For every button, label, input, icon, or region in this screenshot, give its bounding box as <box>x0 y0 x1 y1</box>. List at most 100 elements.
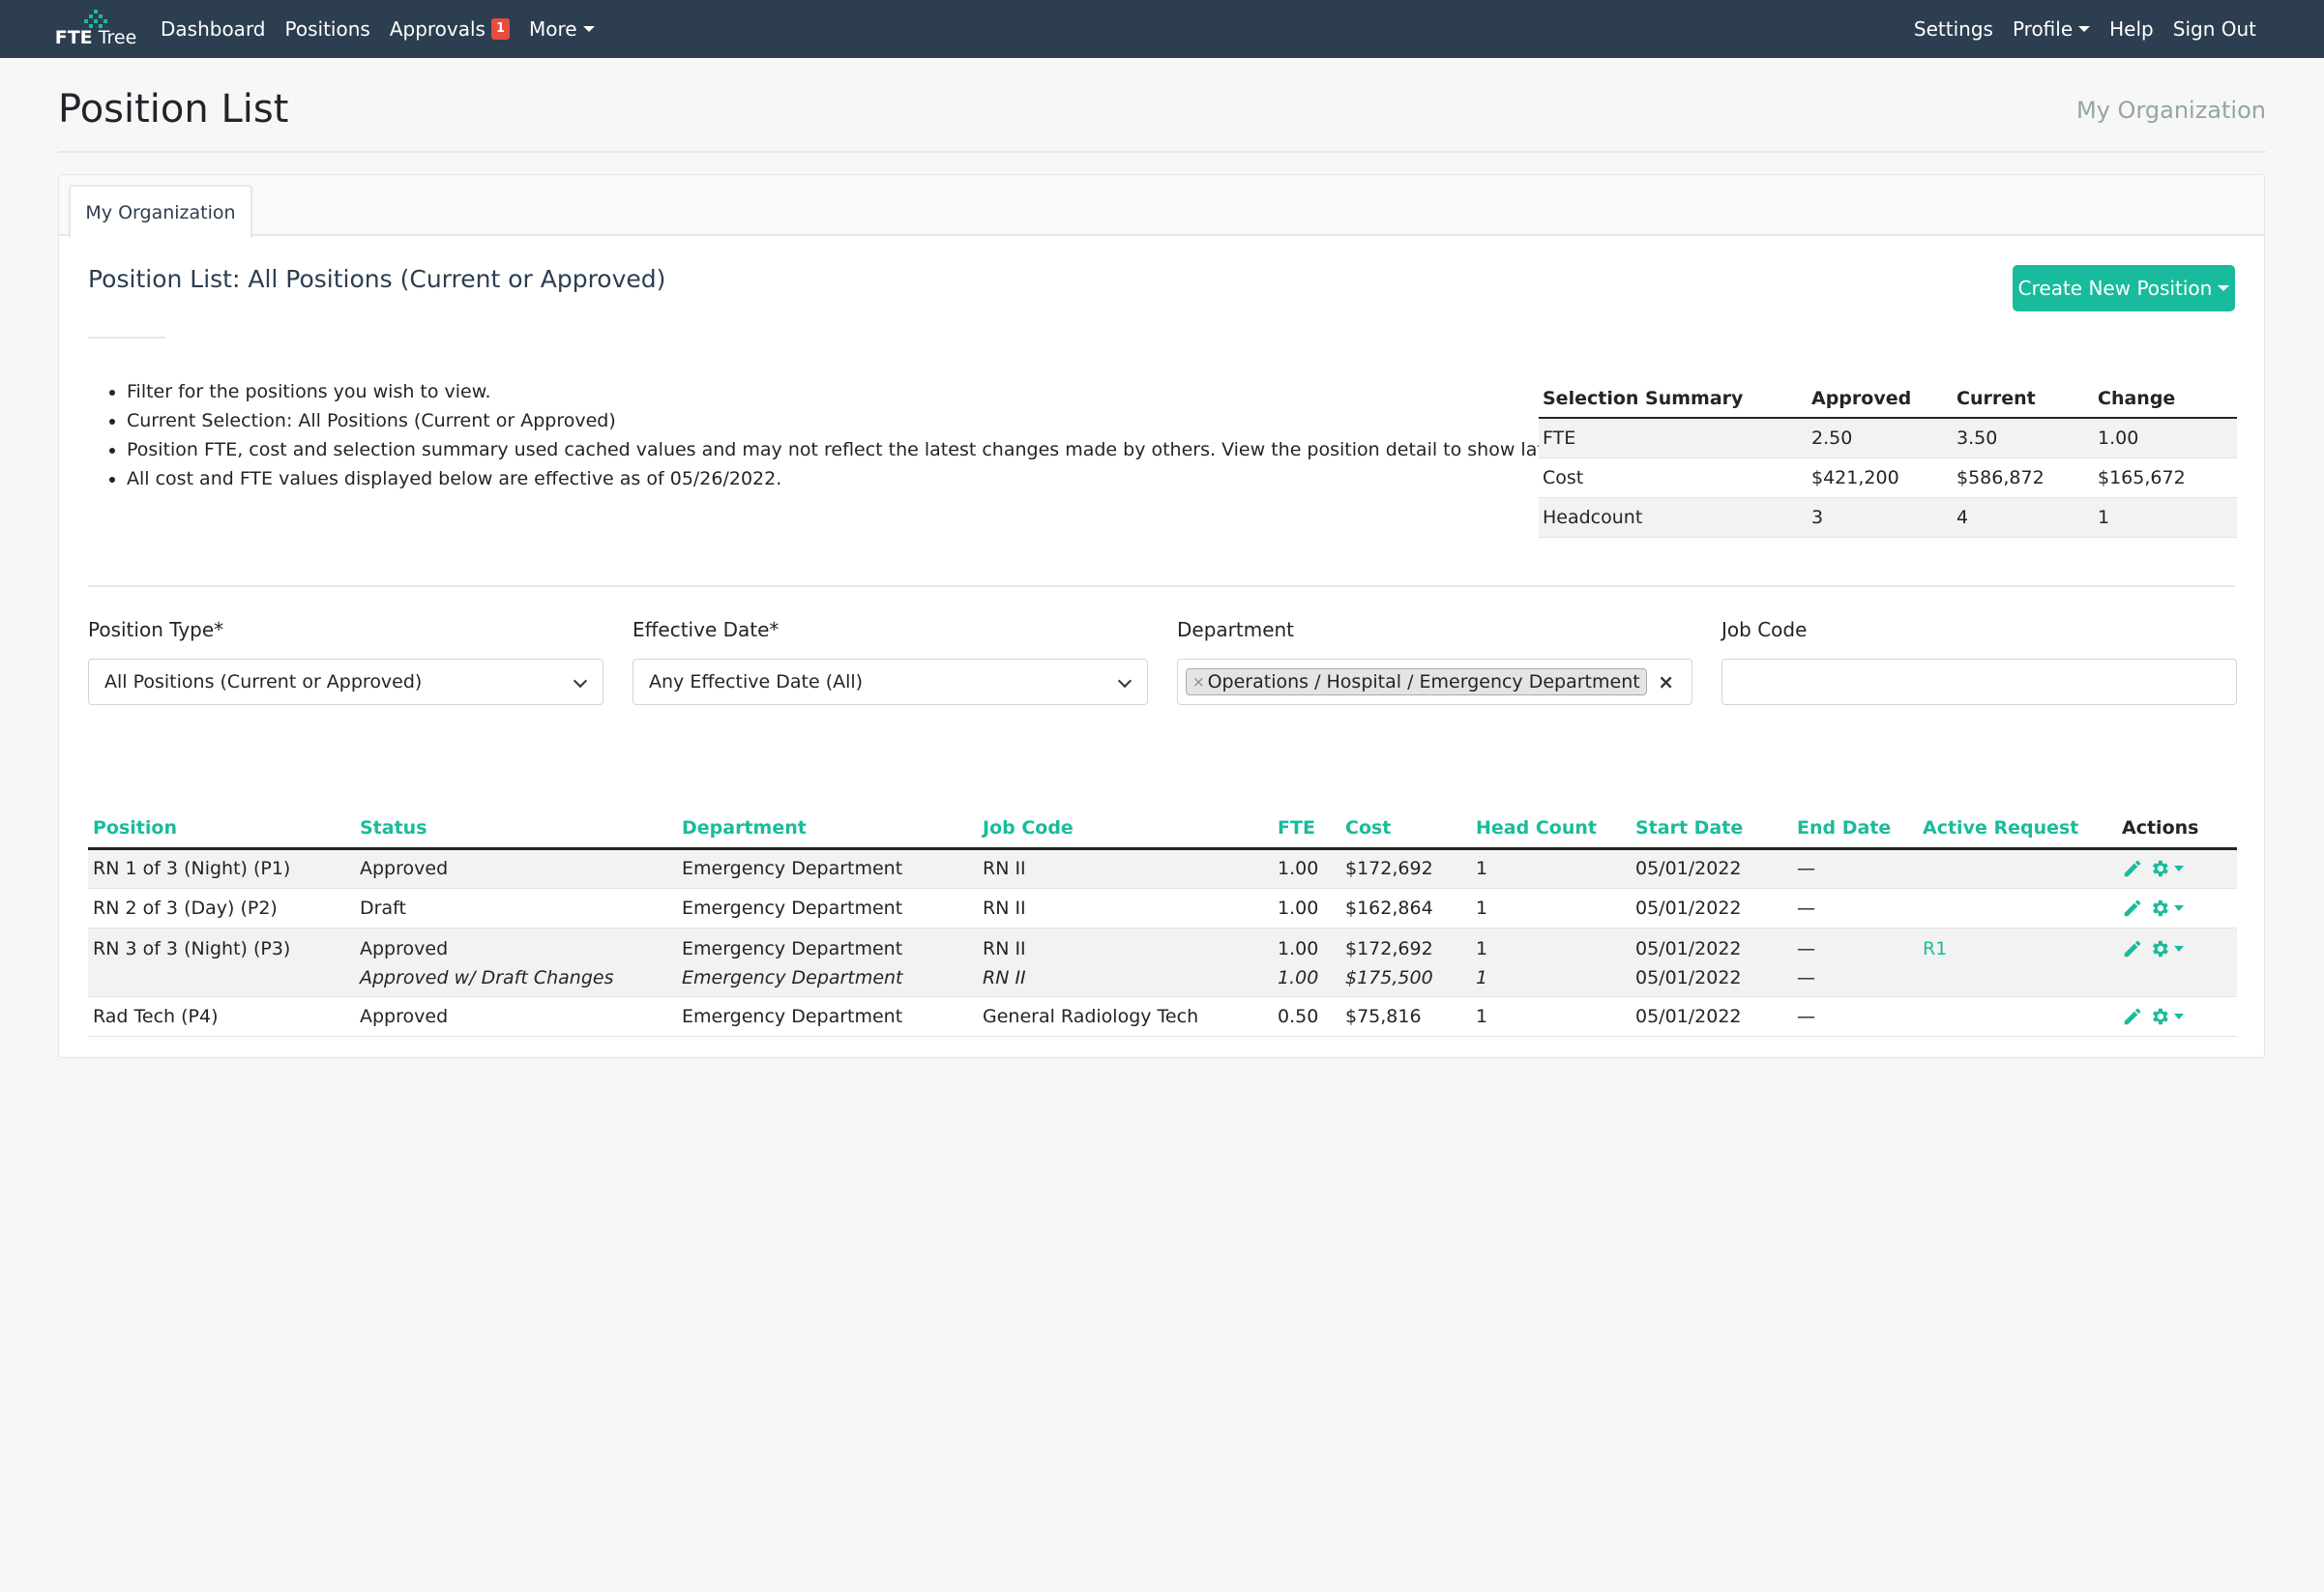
job-code-filter: Job Code <box>1721 618 2237 705</box>
create-new-position-button[interactable]: Create New Position <box>2013 265 2235 311</box>
cell-job-code: RN II RN II <box>978 928 1273 997</box>
job-code-input[interactable] <box>1721 659 2237 705</box>
summary-cell: 4 <box>1953 497 2094 538</box>
nav-help[interactable]: Help <box>2109 17 2154 41</box>
cell-fte: 1.00 <box>1273 848 1340 889</box>
position-type-label: Position Type* <box>88 618 224 641</box>
column-header-cost[interactable]: Cost <box>1340 810 1471 850</box>
gear-icon[interactable] <box>2149 1006 2170 1027</box>
position-list-card: My Organization Position List: All Posit… <box>58 174 2265 1058</box>
effective-date-select[interactable]: Any Effective Date (All) <box>632 659 1148 705</box>
fte-tree-logo[interactable]: FTE Tree <box>55 10 136 47</box>
nav-positions[interactable]: Positions <box>285 17 370 41</box>
cell-department: Emergency Department <box>677 848 978 889</box>
nav-profile-dropdown[interactable]: Profile <box>2012 17 2091 41</box>
cell-start-date: 05/01/2022 <box>1631 888 1792 929</box>
column-header-end-date[interactable]: End Date <box>1792 810 1918 850</box>
title-divider <box>88 337 165 339</box>
gear-icon[interactable] <box>2149 938 2170 959</box>
navbar: FTE Tree Dashboard Positions Approvals 1… <box>0 0 2324 58</box>
draft-cost-value: $175,500 <box>1345 966 1433 988</box>
note-item: Current Selection: All Positions (Curren… <box>127 406 1577 435</box>
cell-cost: $162,864 <box>1340 888 1471 929</box>
column-header-status[interactable]: Status <box>355 810 677 850</box>
draft-head-count-value: 1 <box>1476 966 1488 988</box>
caret-down-icon[interactable] <box>2174 904 2184 911</box>
chevron-down-icon <box>1117 673 1133 689</box>
info-notes: Filter for the positions you wish to vie… <box>127 377 1626 493</box>
fte-value: 1.00 <box>1278 937 1319 959</box>
department-filter: Department × Operations / Hospital / Eme… <box>1177 618 1692 705</box>
cell-department: Emergency Department <box>677 888 978 929</box>
column-header-active-request[interactable]: Active Request <box>1918 810 2117 850</box>
position-type-value: All Positions (Current or Approved) <box>104 671 423 693</box>
gear-icon[interactable] <box>2149 898 2170 919</box>
caret-down-icon[interactable] <box>2174 1013 2184 1019</box>
cell-fte: 1.00 <box>1273 888 1340 929</box>
remove-tag-icon[interactable]: × <box>1192 673 1205 691</box>
section-title: Position List: All Positions (Current or… <box>88 265 666 293</box>
column-header-position[interactable]: Position <box>88 810 355 850</box>
position-type-select[interactable]: All Positions (Current or Approved) <box>88 659 603 705</box>
column-header-job-code[interactable]: Job Code <box>978 810 1273 850</box>
table-row: RN 3 of 3 (Night) (P3) Approved Approved… <box>88 928 2237 997</box>
nav-approvals[interactable]: Approvals 1 <box>390 17 511 41</box>
department-tag: × Operations / Hospital / Emergency Depa… <box>1186 668 1647 695</box>
department-tag-label: Operations / Hospital / Emergency Depart… <box>1207 671 1640 693</box>
column-header-head-count[interactable]: Head Count <box>1471 810 1631 850</box>
cell-actions <box>2117 928 2237 997</box>
summary-header: Approved <box>1808 379 1953 419</box>
pencil-icon[interactable] <box>2122 1006 2143 1027</box>
table-row: RN 1 of 3 (Night) (P1) Approved Emergenc… <box>88 848 2237 889</box>
effective-date-filter: Effective Date* Any Effective Date (All) <box>632 618 1148 705</box>
cell-start-date: 05/01/2022 <box>1631 848 1792 889</box>
caret-down-icon[interactable] <box>2174 866 2184 871</box>
active-request-link[interactable]: R1 <box>1923 938 1947 959</box>
chevron-down-icon <box>573 673 588 689</box>
job-code-value: RN II <box>983 937 1026 959</box>
cell-cost: $172,692 <box>1340 848 1471 889</box>
cell-active-request <box>1918 848 2117 889</box>
caret-down-icon[interactable] <box>2174 945 2184 952</box>
gear-icon[interactable] <box>2149 858 2170 879</box>
cell-actions <box>2117 888 2237 929</box>
pencil-icon[interactable] <box>2122 938 2143 959</box>
nav-dashboard[interactable]: Dashboard <box>161 17 266 41</box>
cell-status: Approved <box>355 996 677 1037</box>
summary-cell: 2.50 <box>1808 418 1953 458</box>
summary-cell: 1 <box>2094 497 2237 538</box>
clear-selection-icon[interactable]: × <box>1658 670 1674 693</box>
nav-sign-out[interactable]: Sign Out <box>2173 17 2256 41</box>
department-multiselect[interactable]: × Operations / Hospital / Emergency Depa… <box>1177 659 1692 705</box>
table-row: Rad Tech (P4) Approved Emergency Departm… <box>88 996 2237 1037</box>
pencil-icon[interactable] <box>2122 898 2143 919</box>
start-date-value: 05/01/2022 <box>1635 937 1742 959</box>
note-item: All cost and FTE values displayed below … <box>127 464 1577 493</box>
nav-profile-label: Profile <box>2012 17 2074 41</box>
cell-head-count: 1 <box>1471 888 1631 929</box>
nav-settings[interactable]: Settings <box>1914 17 1993 41</box>
summary-row-headcount: Headcount 3 4 1 <box>1539 497 2237 538</box>
cell-active-request <box>1918 888 2117 929</box>
note-item: Filter for the positions you wish to vie… <box>127 377 1577 406</box>
column-header-start-date[interactable]: Start Date <box>1631 810 1792 850</box>
draft-end-date-value: — <box>1797 966 1815 988</box>
effective-date-value: Any Effective Date (All) <box>649 671 864 693</box>
pencil-icon[interactable] <box>2122 858 2143 879</box>
cell-active-request <box>1918 996 2117 1037</box>
cell-department: Emergency Department <box>677 996 978 1037</box>
tab-my-organization[interactable]: My Organization <box>69 185 252 238</box>
section-divider <box>88 585 2235 587</box>
job-code-label: Job Code <box>1721 618 1808 641</box>
cell-job-code: RN II <box>978 888 1273 929</box>
selection-summary-table: Selection Summary Approved Current Chang… <box>1539 379 2237 538</box>
cell-end-date: — <box>1792 848 1918 889</box>
cell-department: Emergency Department Emergency Departmen… <box>677 928 978 997</box>
column-header-fte[interactable]: FTE <box>1273 810 1340 850</box>
nav-more-label: More <box>529 17 577 41</box>
cell-head-count: 1 <box>1471 848 1631 889</box>
column-header-department[interactable]: Department <box>677 810 978 850</box>
nav-more-dropdown[interactable]: More <box>529 17 595 41</box>
summary-cell: Headcount <box>1539 497 1808 538</box>
caret-down-icon <box>582 26 595 32</box>
